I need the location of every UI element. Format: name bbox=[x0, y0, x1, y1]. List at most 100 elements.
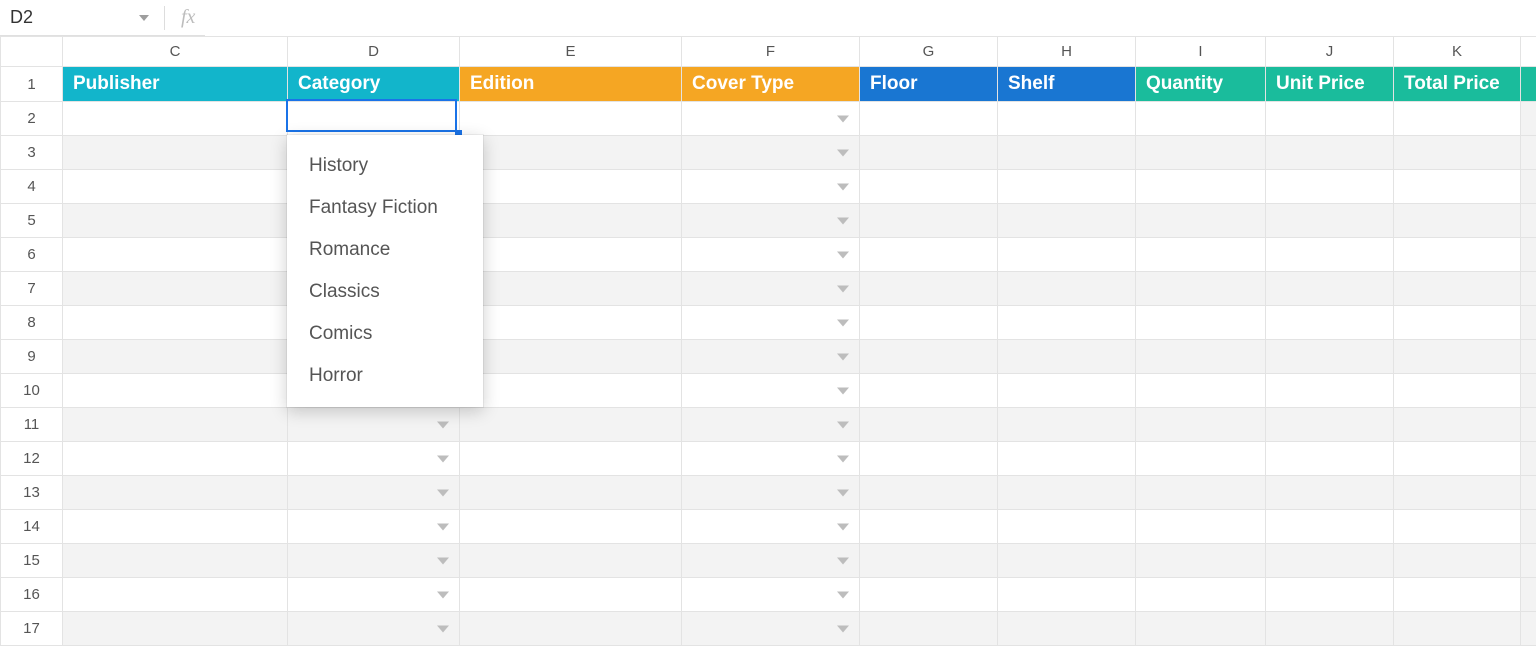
dropdown-option[interactable]: Comics bbox=[287, 313, 483, 355]
cell-K15[interactable] bbox=[1394, 544, 1521, 578]
cell-F14[interactable] bbox=[682, 510, 860, 544]
dropdown-caret-icon[interactable] bbox=[837, 353, 849, 360]
cell-K9[interactable] bbox=[1394, 340, 1521, 374]
cell-G17[interactable] bbox=[860, 612, 998, 646]
header-cell-K[interactable]: Total Price bbox=[1394, 67, 1520, 101]
column-header-I[interactable]: I bbox=[1136, 37, 1266, 67]
cell-G2[interactable] bbox=[860, 102, 998, 136]
cell-K4[interactable] bbox=[1394, 170, 1521, 204]
cell-F9[interactable] bbox=[682, 340, 860, 374]
cell-D11[interactable] bbox=[288, 408, 460, 442]
cell-F15[interactable] bbox=[682, 544, 860, 578]
dropdown-caret-icon[interactable] bbox=[437, 455, 449, 462]
cell-C13[interactable] bbox=[63, 476, 288, 510]
cell-K11[interactable] bbox=[1394, 408, 1521, 442]
cell-K10[interactable] bbox=[1394, 374, 1521, 408]
cell-G16[interactable] bbox=[860, 578, 998, 612]
cell-E8[interactable] bbox=[460, 306, 682, 340]
cell-C4[interactable] bbox=[63, 170, 288, 204]
select-all-corner[interactable] bbox=[1, 37, 63, 67]
cell-J10[interactable] bbox=[1266, 374, 1394, 408]
row-header-12[interactable]: 12 bbox=[1, 442, 63, 476]
row-header-14[interactable]: 14 bbox=[1, 510, 63, 544]
cell-G9[interactable] bbox=[860, 340, 998, 374]
dropdown-caret-icon[interactable] bbox=[437, 557, 449, 564]
cell-J14[interactable] bbox=[1266, 510, 1394, 544]
cell-H13[interactable] bbox=[998, 476, 1136, 510]
cell-J15[interactable] bbox=[1266, 544, 1394, 578]
cell-H11[interactable] bbox=[998, 408, 1136, 442]
cell-F13[interactable] bbox=[682, 476, 860, 510]
cell-E16[interactable] bbox=[460, 578, 682, 612]
cell-E15[interactable] bbox=[460, 544, 682, 578]
cell-J7[interactable] bbox=[1266, 272, 1394, 306]
row-header-6[interactable]: 6 bbox=[1, 238, 63, 272]
cell-J17[interactable] bbox=[1266, 612, 1394, 646]
cell-I10[interactable] bbox=[1136, 374, 1266, 408]
cell-F4[interactable] bbox=[682, 170, 860, 204]
cell-J9[interactable] bbox=[1266, 340, 1394, 374]
cell-H4[interactable] bbox=[998, 170, 1136, 204]
cell-C5[interactable] bbox=[63, 204, 288, 238]
cell-E13[interactable] bbox=[460, 476, 682, 510]
cell-G8[interactable] bbox=[860, 306, 998, 340]
row-header-5[interactable]: 5 bbox=[1, 204, 63, 238]
cell-J5[interactable] bbox=[1266, 204, 1394, 238]
row-header-7[interactable]: 7 bbox=[1, 272, 63, 306]
dropdown-caret-icon[interactable] bbox=[437, 421, 449, 428]
column-header-J[interactable]: J bbox=[1266, 37, 1394, 67]
dropdown-caret-icon[interactable] bbox=[837, 217, 849, 224]
cell-K7[interactable] bbox=[1394, 272, 1521, 306]
cell-D13[interactable] bbox=[288, 476, 460, 510]
row-header-13[interactable]: 13 bbox=[1, 476, 63, 510]
cell-C17[interactable] bbox=[63, 612, 288, 646]
formula-input[interactable] bbox=[205, 0, 1536, 36]
name-box[interactable]: D2 bbox=[0, 0, 130, 36]
cell-I9[interactable] bbox=[1136, 340, 1266, 374]
row-header-4[interactable]: 4 bbox=[1, 170, 63, 204]
cell-K3[interactable] bbox=[1394, 136, 1521, 170]
header-cell-G[interactable]: Floor bbox=[860, 67, 997, 101]
cell-G13[interactable] bbox=[860, 476, 998, 510]
cell-E9[interactable] bbox=[460, 340, 682, 374]
cell-J11[interactable] bbox=[1266, 408, 1394, 442]
cell-I7[interactable] bbox=[1136, 272, 1266, 306]
cell-G15[interactable] bbox=[860, 544, 998, 578]
row-header-2[interactable]: 2 bbox=[1, 102, 63, 136]
cell-I12[interactable] bbox=[1136, 442, 1266, 476]
cell-F17[interactable] bbox=[682, 612, 860, 646]
cell-G11[interactable] bbox=[860, 408, 998, 442]
cell-H2[interactable] bbox=[998, 102, 1136, 136]
cell-E4[interactable] bbox=[460, 170, 682, 204]
cell-K16[interactable] bbox=[1394, 578, 1521, 612]
cell-F8[interactable] bbox=[682, 306, 860, 340]
header-cell-D[interactable]: Category bbox=[288, 67, 459, 101]
dropdown-caret-icon[interactable] bbox=[837, 251, 849, 258]
row-header-17[interactable]: 17 bbox=[1, 612, 63, 646]
cell-H14[interactable] bbox=[998, 510, 1136, 544]
cell-C7[interactable] bbox=[63, 272, 288, 306]
dropdown-caret-icon[interactable] bbox=[837, 115, 849, 122]
cell-G10[interactable] bbox=[860, 374, 998, 408]
cell-J8[interactable] bbox=[1266, 306, 1394, 340]
cell-H9[interactable] bbox=[998, 340, 1136, 374]
cell-E17[interactable] bbox=[460, 612, 682, 646]
cell-K6[interactable] bbox=[1394, 238, 1521, 272]
cell-F3[interactable] bbox=[682, 136, 860, 170]
cell-C10[interactable] bbox=[63, 374, 288, 408]
cell-G6[interactable] bbox=[860, 238, 998, 272]
cell-F7[interactable] bbox=[682, 272, 860, 306]
column-header-K[interactable]: K bbox=[1394, 37, 1521, 67]
column-header-G[interactable]: G bbox=[860, 37, 998, 67]
cell-H17[interactable] bbox=[998, 612, 1136, 646]
cell-E2[interactable] bbox=[460, 102, 682, 136]
cell-F16[interactable] bbox=[682, 578, 860, 612]
cell-I5[interactable] bbox=[1136, 204, 1266, 238]
cell-D2[interactable] bbox=[288, 102, 460, 136]
cell-G12[interactable] bbox=[860, 442, 998, 476]
dropdown-caret-icon[interactable] bbox=[837, 557, 849, 564]
header-cell-E[interactable]: Edition bbox=[460, 67, 681, 101]
cell-D16[interactable] bbox=[288, 578, 460, 612]
dropdown-option[interactable]: Classics bbox=[287, 271, 483, 313]
row-header-11[interactable]: 11 bbox=[1, 408, 63, 442]
